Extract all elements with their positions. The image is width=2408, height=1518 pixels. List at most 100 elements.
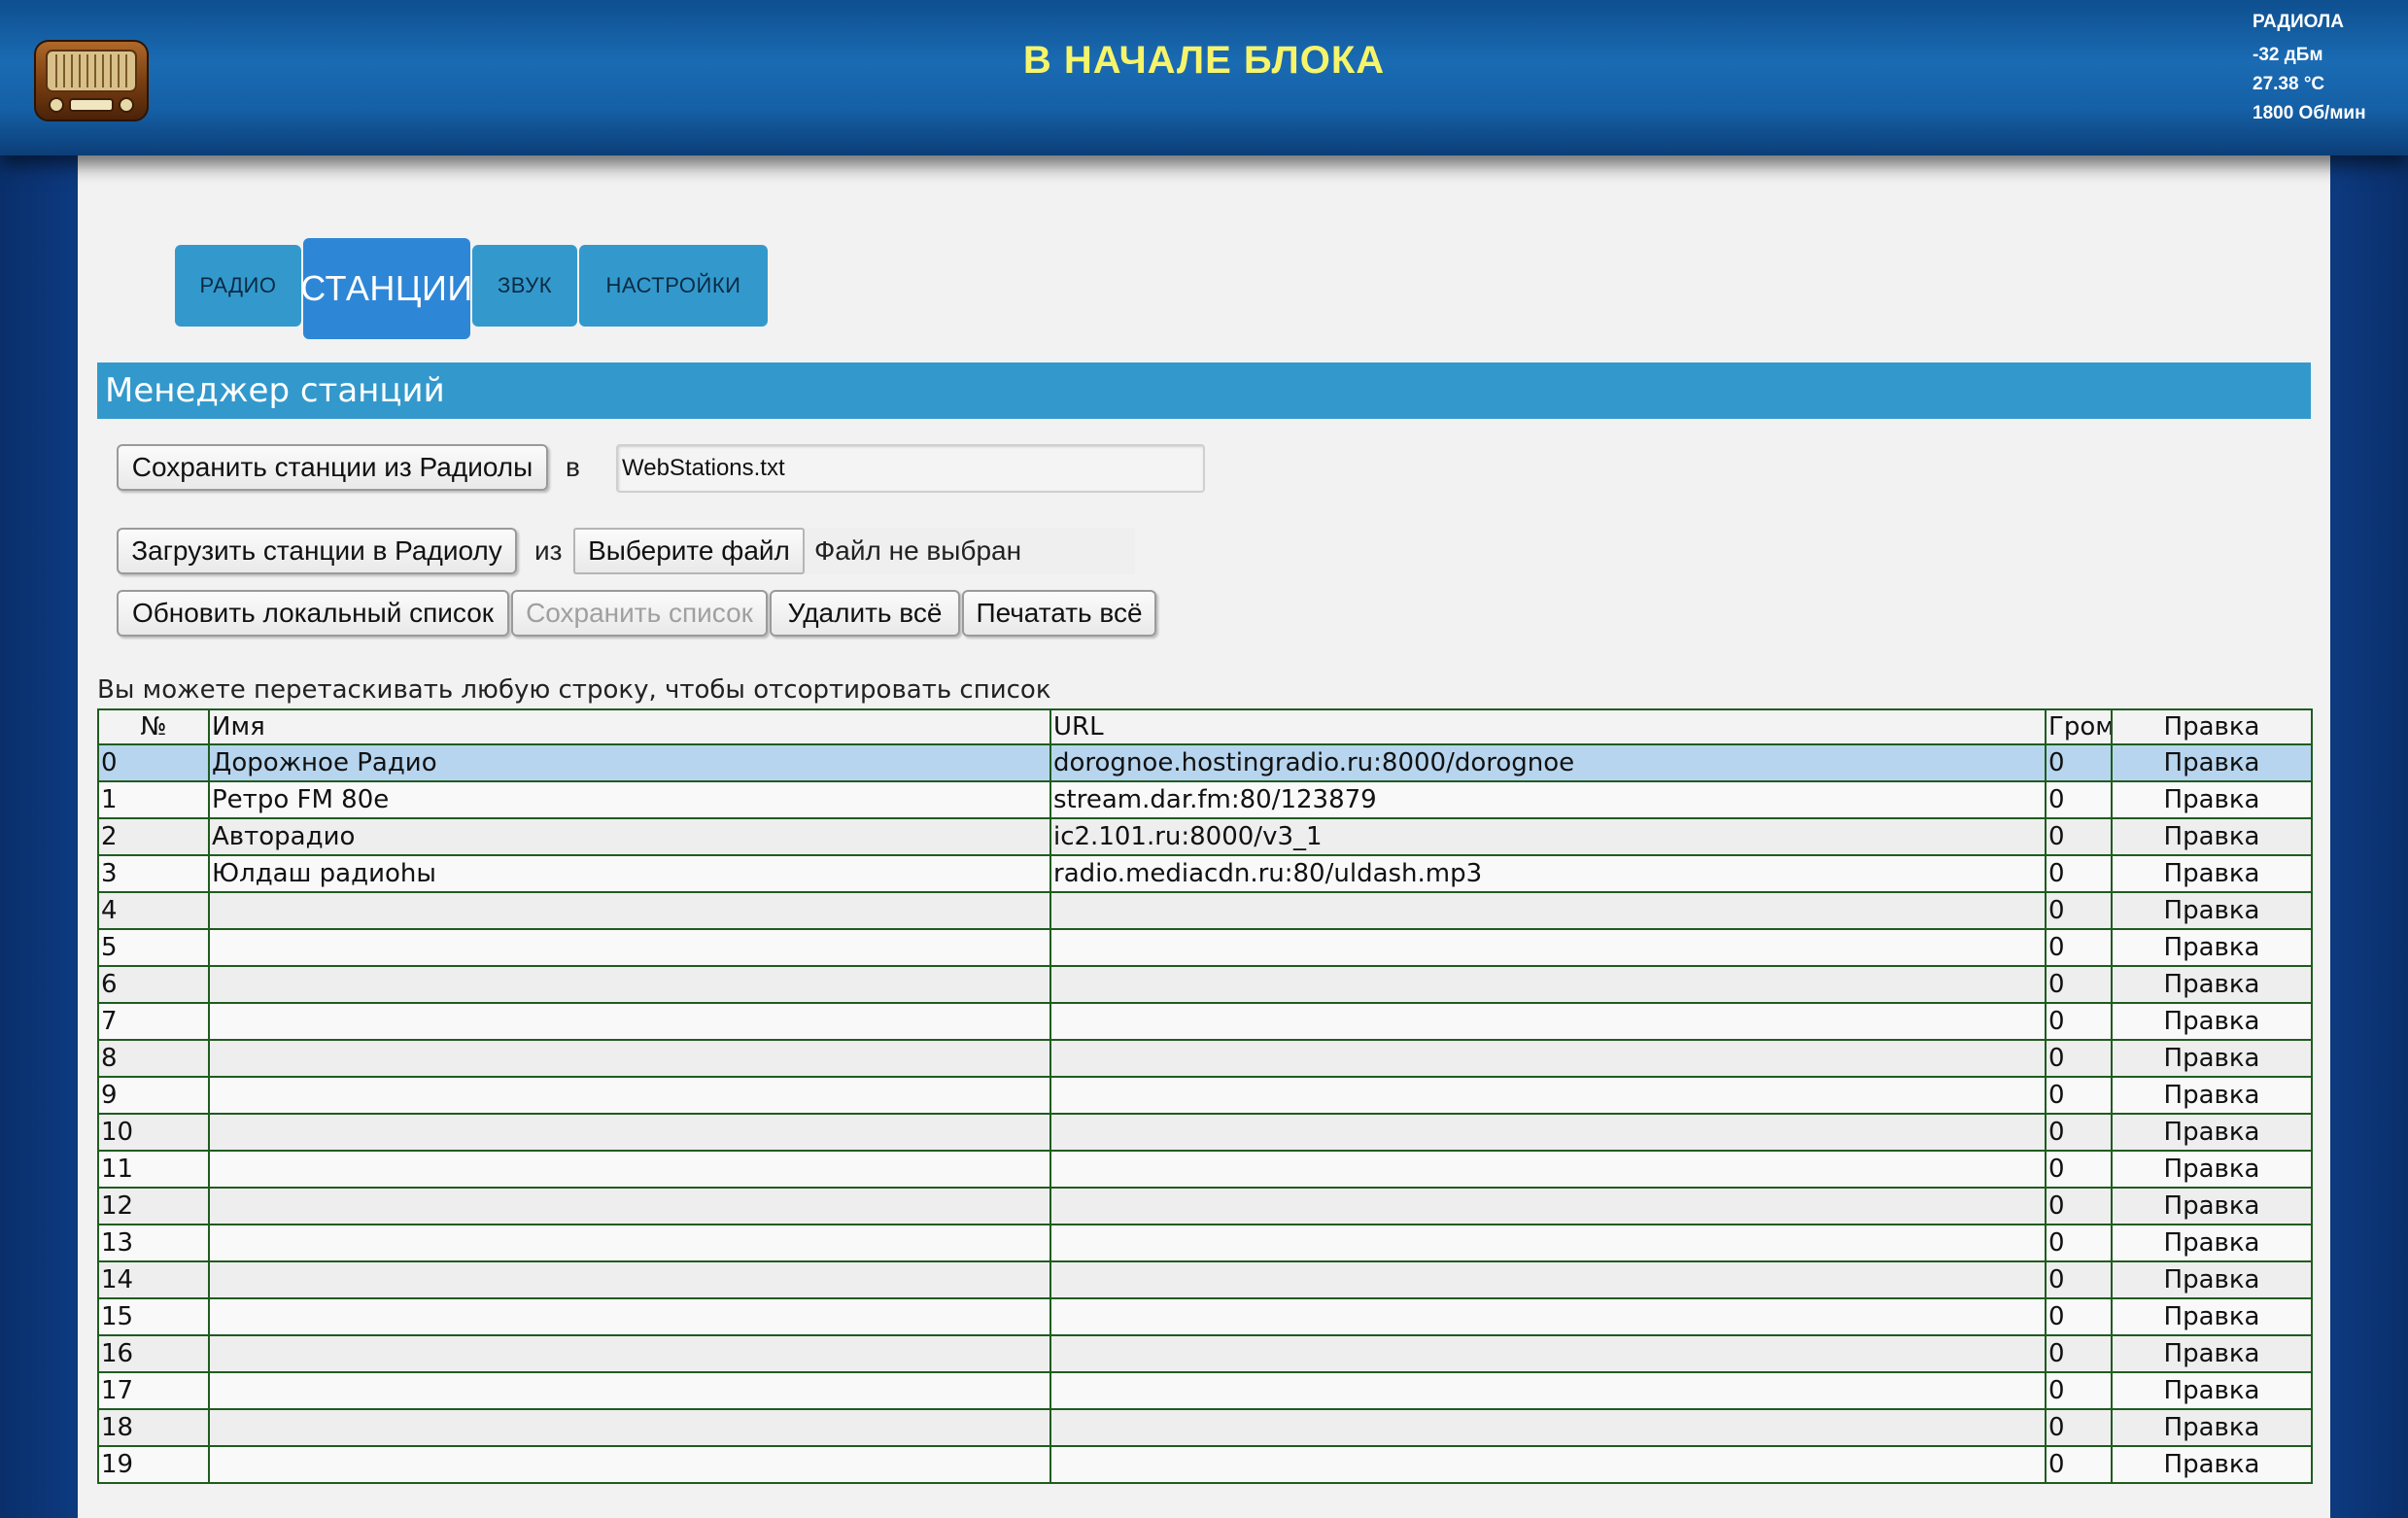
station-name-cell — [208, 1334, 1051, 1373]
station-name-cell — [208, 1076, 1051, 1115]
station-edit-link[interactable]: Правка — [2111, 1371, 2313, 1410]
station-url-cell — [1049, 1076, 2047, 1115]
header-edit: Правка — [2111, 708, 2313, 745]
refresh-list-button[interactable]: Обновить локальный список — [117, 590, 509, 637]
table-row[interactable]: 18 0 Правка — [97, 1408, 2313, 1447]
no-file-label: Файл не выбран — [814, 535, 1022, 566]
fan-speed: 1800 Об/мин — [2253, 103, 2366, 123]
table-row[interactable]: 14 0 Правка — [97, 1260, 2313, 1299]
table-row[interactable]: 10 0 Правка — [97, 1113, 2313, 1152]
table-row[interactable]: 16 0 Правка — [97, 1334, 2313, 1373]
station-volume-cell: 0 — [2045, 1150, 2113, 1189]
table-row[interactable]: 0 Дорожное Радио dorognoe.hostingradio.ru:… — [97, 743, 2313, 782]
device-status: РАДИОЛА -32 дБм 27.38 °C 1800 Об/мин — [2253, 8, 2366, 128]
header-url[interactable]: URL — [1049, 708, 2047, 745]
station-url-cell — [1049, 1408, 2047, 1447]
station-edit-link[interactable]: Правка — [2111, 928, 2313, 967]
station-volume-cell: 0 — [2045, 780, 2113, 819]
app-header: В НАЧАЛЕ БЛОКА РАДИОЛА -32 дБм 27.38 °C … — [0, 0, 2408, 155]
station-name-cell — [208, 1113, 1051, 1152]
table-row[interactable]: 12 0 Правка — [97, 1187, 2313, 1225]
station-edit-link[interactable]: Правка — [2111, 743, 2313, 782]
tab-stations[interactable]: СТАНЦИИ — [300, 238, 472, 339]
station-edit-link[interactable]: Правка — [2111, 1076, 2313, 1115]
station-edit-link[interactable]: Правка — [2111, 1445, 2313, 1484]
table-row[interactable]: 3 Юлдаш радиоhы radio.mediacdn.ru:80/uldas… — [97, 854, 2313, 893]
table-row[interactable]: 5 0 Правка — [97, 928, 2313, 967]
station-num-cell: 2 — [97, 817, 210, 856]
station-num-cell: 19 — [97, 1445, 210, 1484]
station-edit-link[interactable]: Правка — [2111, 1408, 2313, 1447]
tab-sound[interactable]: ЗВУК — [472, 245, 577, 327]
station-url-cell — [1049, 1187, 2047, 1225]
table-row[interactable]: 6 0 Правка — [97, 965, 2313, 1004]
station-num-cell: 11 — [97, 1150, 210, 1189]
station-name-cell — [208, 1445, 1051, 1484]
station-edit-link[interactable]: Правка — [2111, 965, 2313, 1004]
station-url-cell — [1049, 1445, 2047, 1484]
header-name[interactable]: Имя — [208, 708, 1051, 745]
station-edit-link[interactable]: Правка — [2111, 854, 2313, 893]
table-row[interactable]: 1 Ретро FM 80е stream.dar.fm:80/123879 0 Пра… — [97, 780, 2313, 819]
station-url-cell — [1049, 1297, 2047, 1336]
delete-all-button[interactable]: Удалить всё — [770, 590, 960, 637]
station-volume-cell: 0 — [2045, 1002, 2113, 1041]
table-row[interactable]: 7 0 Правка — [97, 1002, 2313, 1041]
table-row[interactable]: 8 0 Правка — [97, 1039, 2313, 1078]
station-name-cell — [208, 1297, 1051, 1336]
station-name-cell — [208, 965, 1051, 1004]
load-stations-button[interactable]: Загрузить станции в Радиолу — [117, 528, 517, 574]
station-name-cell: Юлдаш радиоhы — [208, 854, 1051, 893]
station-edit-link[interactable]: Правка — [2111, 780, 2313, 819]
table-row[interactable]: 2 Авторадио ic2.101.ru:8000/v3_1 0 Правка — [97, 817, 2313, 856]
table-row[interactable]: 4 0 Правка — [97, 891, 2313, 930]
filename-input[interactable] — [616, 444, 1205, 493]
station-edit-link[interactable]: Правка — [2111, 1187, 2313, 1225]
table-row[interactable]: 13 0 Правка — [97, 1224, 2313, 1262]
station-edit-link[interactable]: Правка — [2111, 1039, 2313, 1078]
tab-radio[interactable]: РАДИО — [175, 245, 301, 327]
station-url-cell — [1049, 1113, 2047, 1152]
station-name-cell: Авторадио — [208, 817, 1051, 856]
save-list-button[interactable]: Сохранить список — [511, 590, 768, 637]
station-volume-cell: 0 — [2045, 1260, 2113, 1299]
table-row[interactable]: 9 0 Правка — [97, 1076, 2313, 1115]
to-label: в — [566, 452, 580, 482]
save-stations-button[interactable]: Сохранить станции из Радиолы — [117, 444, 548, 491]
station-edit-link[interactable]: Правка — [2111, 1002, 2313, 1041]
station-num-cell: 1 — [97, 780, 210, 819]
station-edit-link[interactable]: Правка — [2111, 817, 2313, 856]
station-name-cell — [208, 1371, 1051, 1410]
station-edit-link[interactable]: Правка — [2111, 891, 2313, 930]
station-num-cell: 15 — [97, 1297, 210, 1336]
print-all-button[interactable]: Печатать всё — [962, 590, 1156, 637]
station-edit-link[interactable]: Правка — [2111, 1297, 2313, 1336]
station-edit-link[interactable]: Правка — [2111, 1150, 2313, 1189]
table-row[interactable]: 19 0 Правка — [97, 1445, 2313, 1484]
header-volume[interactable]: Гром — [2045, 708, 2113, 745]
station-num-cell: 14 — [97, 1260, 210, 1299]
station-volume-cell: 0 — [2045, 1187, 2113, 1225]
temperature: 27.38 °C — [2253, 74, 2325, 94]
station-edit-link[interactable]: Правка — [2111, 1260, 2313, 1299]
station-num-cell: 6 — [97, 965, 210, 1004]
section-title: Менеджер станций — [97, 362, 2311, 419]
choose-file-button[interactable]: Выберите файл — [573, 528, 805, 574]
station-volume-cell: 0 — [2045, 817, 2113, 856]
station-name-cell — [208, 891, 1051, 930]
station-num-cell: 0 — [97, 743, 210, 782]
station-edit-link[interactable]: Правка — [2111, 1334, 2313, 1373]
station-edit-link[interactable]: Правка — [2111, 1113, 2313, 1152]
header-title: В НАЧАЛЕ БЛОКА — [1022, 39, 1386, 82]
station-edit-link[interactable]: Правка — [2111, 1224, 2313, 1262]
station-name-cell — [208, 1187, 1051, 1225]
table-row[interactable]: 11 0 Правка — [97, 1150, 2313, 1189]
table-row[interactable]: 17 0 Правка — [97, 1371, 2313, 1410]
station-volume-cell: 0 — [2045, 1076, 2113, 1115]
table-row[interactable]: 15 0 Правка — [97, 1297, 2313, 1336]
tab-settings[interactable]: НАСТРОЙКИ — [579, 245, 768, 327]
station-url-cell: ic2.101.ru:8000/v3_1 — [1049, 817, 2047, 856]
header-num[interactable]: № — [97, 708, 210, 745]
station-url-cell — [1049, 1260, 2047, 1299]
station-num-cell: 18 — [97, 1408, 210, 1447]
